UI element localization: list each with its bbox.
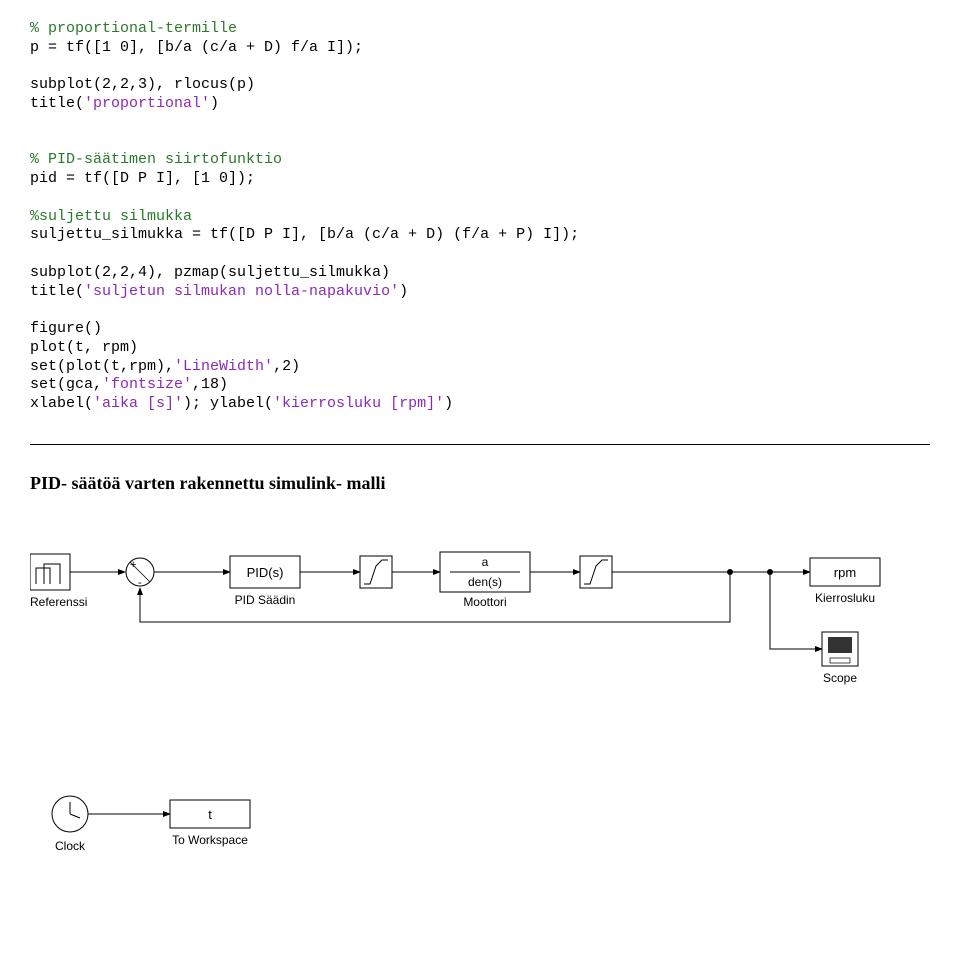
string-literal: 'LineWidth' [174, 358, 273, 375]
rpm-sink-block: rpm Kierrosluku [810, 558, 880, 605]
matlab-code: % proportional-termille p = tf([1 0], [b… [30, 20, 930, 414]
motor-label: Moottori [463, 595, 506, 609]
pid-block: PID(s) PID Säädin [230, 556, 300, 607]
saturation-block-1 [360, 556, 392, 588]
string-literal: 'fontsize' [102, 376, 192, 393]
svg-text:-: - [138, 577, 142, 589]
code-line: subplot(2,2,4), pzmap(suljettu_silmukka) [30, 264, 390, 281]
code-line: suljettu_silmukka = tf([D P I], [b/a (c/… [30, 226, 579, 243]
section-heading: PID- säätöä varten rakennettu simulink- … [30, 473, 930, 494]
pid-label: PID Säädin [235, 593, 296, 607]
code-line: ,18) [192, 376, 228, 393]
comment-line: % PID-säätimen siirtofunktio [30, 151, 282, 168]
svg-text:a: a [482, 555, 489, 569]
scope-block: Scope [822, 632, 858, 685]
svg-text:t: t [208, 807, 212, 822]
scope-label: Scope [823, 671, 857, 685]
step-source-block: Referenssi [30, 554, 87, 609]
code-line: ) [444, 395, 453, 412]
string-literal: 'suljetun silmukan nolla-napakuvio' [84, 283, 399, 300]
svg-text:den(s): den(s) [468, 575, 502, 589]
code-line: xlabel( [30, 395, 93, 412]
simulink-diagram: Referenssi + - PID(s) PID Säädin a den(s… [30, 544, 930, 884]
rpm-label: Kierrosluku [815, 591, 875, 605]
code-line: ) [399, 283, 408, 300]
saturation-block-2 [580, 556, 612, 588]
comment-line: % proportional-termille [30, 20, 237, 37]
code-line: p = tf([1 0], [b/a (c/a + D) f/a I]); [30, 39, 363, 56]
motor-block: a den(s) Moottori [440, 552, 530, 609]
code-line: subplot(2,2,3), rlocus(p) [30, 76, 255, 93]
clock-label: Clock [55, 839, 86, 853]
code-line: title( [30, 283, 84, 300]
code-line: set(plot(t,rpm), [30, 358, 174, 375]
code-line: plot(t, rpm) [30, 339, 138, 356]
to-workspace-block: t To Workspace [170, 800, 250, 847]
code-line: set(gca, [30, 376, 102, 393]
code-line: title( [30, 95, 84, 112]
code-line: ,2) [273, 358, 300, 375]
step-label: Referenssi [30, 595, 87, 609]
code-line: ); ylabel( [183, 395, 273, 412]
code-line: ) [210, 95, 219, 112]
string-literal: 'proportional' [84, 95, 210, 112]
clock-block: Clock [52, 796, 88, 853]
svg-text:PID(s): PID(s) [247, 565, 284, 580]
to-workspace-label: To Workspace [172, 833, 248, 847]
section-divider [30, 444, 930, 445]
sum-block: + - [126, 558, 154, 589]
string-literal: 'aika [s]' [93, 395, 183, 412]
code-line: figure() [30, 320, 102, 337]
svg-text:rpm: rpm [834, 565, 856, 580]
code-line: pid = tf([D P I], [1 0]); [30, 170, 255, 187]
comment-line: %suljettu silmukka [30, 208, 192, 225]
string-literal: 'kierrosluku [rpm]' [273, 395, 444, 412]
